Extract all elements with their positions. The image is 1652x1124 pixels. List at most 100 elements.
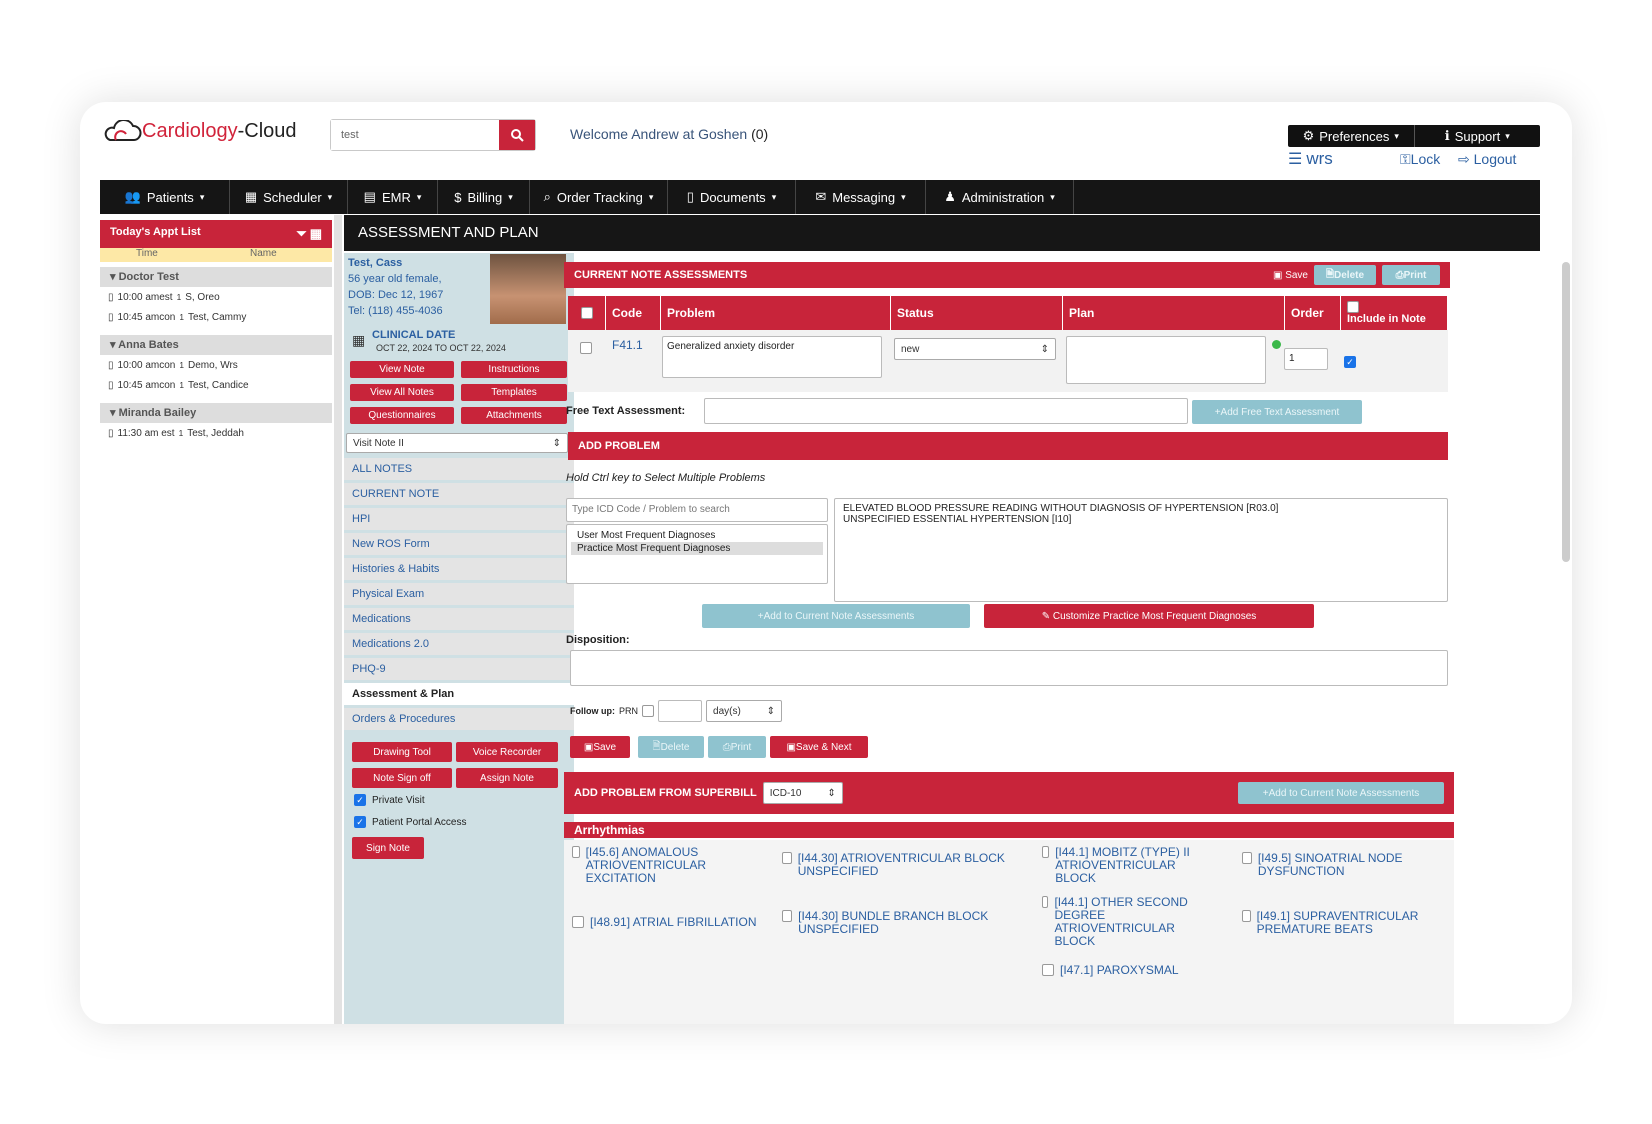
icd-code-link[interactable]: F41.1 — [612, 339, 643, 352]
code-set-select[interactable]: ICD-10 ⇕ — [762, 782, 843, 804]
app-logo[interactable]: Cardiology -Cloud — [102, 116, 297, 146]
nav-emr[interactable]: ▤ EMR ▾ — [348, 180, 438, 214]
order-field[interactable]: 1 — [1284, 348, 1328, 370]
checkbox-checked[interactable]: ✓ — [354, 816, 366, 828]
print-button[interactable]: ⎙ Print — [708, 736, 766, 758]
note-sign-off-button[interactable]: Note Sign off — [352, 768, 452, 788]
nav-billing[interactable]: $ Billing ▾ — [438, 180, 530, 214]
superbill-item[interactable]: [I49.5] SINOATRIAL NODE DYSFUNCTION — [1242, 852, 1442, 878]
frequent-diagnoses-list[interactable]: User Most Frequent Diagnoses Practice Mo… — [566, 524, 828, 584]
superbill-item[interactable]: [I44.30] BUNDLE BRANCH BLOCK UNSPECIFIED — [782, 910, 1022, 936]
select-all-checkbox[interactable] — [580, 307, 593, 319]
note-nav-item[interactable]: Orders & Procedures — [344, 708, 574, 730]
note-nav-item[interactable]: CURRENT NOTE — [344, 483, 574, 505]
nav-scheduler[interactable]: ▦ Scheduler ▾ — [230, 180, 348, 214]
logout-link[interactable]: ⇨ Logout — [1458, 151, 1516, 168]
search-input[interactable] — [331, 120, 499, 150]
filter-icon[interactable]: ⏷ — [296, 226, 306, 241]
superbill-item[interactable]: [I47.1] PAROXYSMAL — [1042, 964, 1212, 977]
nav-documents[interactable]: ▯ Documents ▾ — [668, 180, 796, 214]
save-button[interactable]: ▣ Save — [1273, 270, 1308, 281]
portal-access-option[interactable]: ✓ Patient Portal Access — [354, 816, 467, 828]
note-nav-item[interactable]: PHQ-9 — [344, 658, 574, 680]
delete-button[interactable]: 🗎 Delete — [1314, 265, 1376, 285]
delete-button[interactable]: 🗎 Delete — [638, 736, 704, 758]
nav-messaging[interactable]: ✉ Messaging ▾ — [796, 180, 926, 214]
message-count[interactable]: (0) — [751, 126, 768, 142]
item-label[interactable]: [I44.30] BUNDLE BRANCH BLOCK UNSPECIFIED — [798, 910, 1022, 936]
list-item-selected[interactable]: Practice Most Frequent Diagnoses — [571, 542, 823, 555]
appt-group[interactable]: ▾ Doctor Test — [100, 267, 332, 287]
visit-note-select[interactable]: Visit Note II ⇕ — [346, 433, 568, 453]
list-item[interactable]: User Most Frequent Diagnoses — [571, 529, 823, 542]
icd-search-input[interactable]: Type ICD Code / Problem to search — [566, 498, 828, 522]
item-label[interactable]: [I48.91] ATRIAL FIBRILLATION — [590, 916, 757, 929]
note-nav-item[interactable]: Medications 2.0 — [344, 633, 574, 655]
follow-up-number[interactable] — [658, 700, 703, 722]
item-checkbox[interactable] — [1042, 964, 1054, 976]
main-scrollbar[interactable] — [1562, 262, 1570, 562]
appt-row[interactable]: ▯ 10:00 amcon 1 Demo, Wrs — [100, 355, 332, 375]
superbill-item[interactable]: [I45.6] ANOMALOUS ATRIOVENTRICULAR EXCIT… — [572, 846, 758, 885]
save-next-button[interactable]: ▣ Save & Next — [770, 736, 868, 758]
free-text-input[interactable] — [704, 398, 1188, 424]
appt-group[interactable]: ▾ Anna Bates — [100, 335, 332, 355]
voice-recorder-button[interactable]: Voice Recorder — [456, 742, 558, 762]
lock-link[interactable]: ⚿Lock — [1400, 151, 1440, 168]
note-nav-item-active[interactable]: Assessment & Plan — [344, 683, 574, 705]
superbill-add-button[interactable]: + Add to Current Note Assessments — [1238, 782, 1444, 804]
appt-group[interactable]: ▾ Miranda Bailey — [100, 403, 332, 423]
item-label[interactable]: [I47.1] PAROXYSMAL — [1060, 964, 1179, 977]
item-checkbox[interactable] — [572, 846, 580, 858]
templates-button[interactable]: Templates — [461, 384, 567, 401]
attachments-button[interactable]: Attachments — [461, 407, 567, 424]
superbill-item[interactable]: [I44.1] MOBITZ (TYPE) II ATRIOVENTRICULA… — [1042, 846, 1212, 885]
superbill-item[interactable]: [I49.1] SUPRAVENTRICULAR PREMATURE BEATS — [1242, 910, 1442, 936]
item-checkbox[interactable] — [782, 910, 793, 922]
prn-checkbox[interactable] — [642, 705, 655, 717]
item-label[interactable]: [I49.5] SINOATRIAL NODE DYSFUNCTION — [1258, 852, 1442, 878]
sidebar-collapse-handle[interactable] — [334, 215, 342, 1024]
row-checkbox[interactable] — [580, 342, 592, 354]
customize-diagnoses-button[interactable]: ✎ Customize Practice Most Frequent Diagn… — [984, 604, 1314, 628]
add-to-assessments-button[interactable]: + Add to Current Note Assessments — [702, 604, 970, 628]
assign-note-button[interactable]: Assign Note — [456, 768, 558, 788]
superbill-item[interactable]: [I44.30] ATRIOVENTRICULAR BLOCK UNSPECIF… — [782, 852, 1022, 878]
view-all-notes-button[interactable]: View All Notes — [350, 384, 454, 401]
drawing-tool-button[interactable]: Drawing Tool — [352, 742, 452, 762]
result-item[interactable]: UNSPECIFIED ESSENTIAL HYPERTENSION [I10] — [843, 514, 1439, 525]
item-label[interactable]: [I44.30] ATRIOVENTRICULAR BLOCK UNSPECIF… — [798, 852, 1022, 878]
item-checkbox[interactable] — [1242, 910, 1251, 922]
support-menu[interactable]: ℹ Support ▾ — [1413, 125, 1541, 147]
item-checkbox[interactable] — [1042, 846, 1050, 858]
print-button[interactable]: ⎙ Print — [1382, 265, 1440, 285]
appt-row[interactable]: ▯ 11:30 am est 1 Test, Jeddah — [100, 423, 332, 443]
calendar-icon[interactable]: ▦ — [310, 226, 322, 241]
include-checkbox[interactable]: ✓ — [1344, 356, 1356, 368]
nav-order-tracking[interactable]: ⌕ Order Tracking ▾ — [530, 180, 668, 214]
view-note-button[interactable]: View Note — [350, 361, 454, 378]
instructions-button[interactable]: Instructions — [461, 361, 567, 378]
item-checkbox[interactable] — [782, 852, 792, 864]
appt-row[interactable]: ▯ 10:45 amcon 1 Test, Candice — [100, 375, 332, 395]
patient-name[interactable]: Test, Cass — [348, 257, 402, 269]
diagnosis-results-list[interactable]: ELEVATED BLOOD PRESSURE READING WITHOUT … — [834, 498, 1448, 602]
preferences-menu[interactable]: ⚙ Preferences ▾ — [1288, 125, 1414, 147]
disposition-field[interactable] — [570, 650, 1448, 686]
note-nav-item[interactable]: Histories & Habits — [344, 558, 574, 580]
item-label[interactable]: [I45.6] ANOMALOUS ATRIOVENTRICULAR EXCIT… — [586, 846, 758, 885]
appt-row[interactable]: ▯ 10:00 amest 1 S, Oreo — [100, 287, 332, 307]
problem-field[interactable]: Generalized anxiety disorder — [662, 336, 882, 378]
item-checkbox[interactable] — [1042, 896, 1049, 908]
checkbox-checked[interactable]: ✓ — [354, 794, 366, 806]
item-label[interactable]: [I49.1] SUPRAVENTRICULAR PREMATURE BEATS — [1257, 910, 1442, 936]
private-visit-option[interactable]: ✓ Private Visit — [354, 794, 425, 806]
search-button[interactable] — [499, 120, 535, 150]
item-checkbox[interactable] — [1242, 852, 1252, 864]
plan-field[interactable] — [1066, 336, 1266, 384]
wrs-link[interactable]: ☰ wrs — [1288, 149, 1333, 169]
superbill-item[interactable]: [I48.91] ATRIAL FIBRILLATION — [572, 916, 762, 929]
questionnaires-button[interactable]: Questionnaires — [350, 407, 454, 424]
item-label[interactable]: [I44.1] OTHER SECOND DEGREE ATRIOVENTRIC… — [1054, 896, 1212, 948]
status-select[interactable]: new ⇕ — [894, 338, 1056, 360]
